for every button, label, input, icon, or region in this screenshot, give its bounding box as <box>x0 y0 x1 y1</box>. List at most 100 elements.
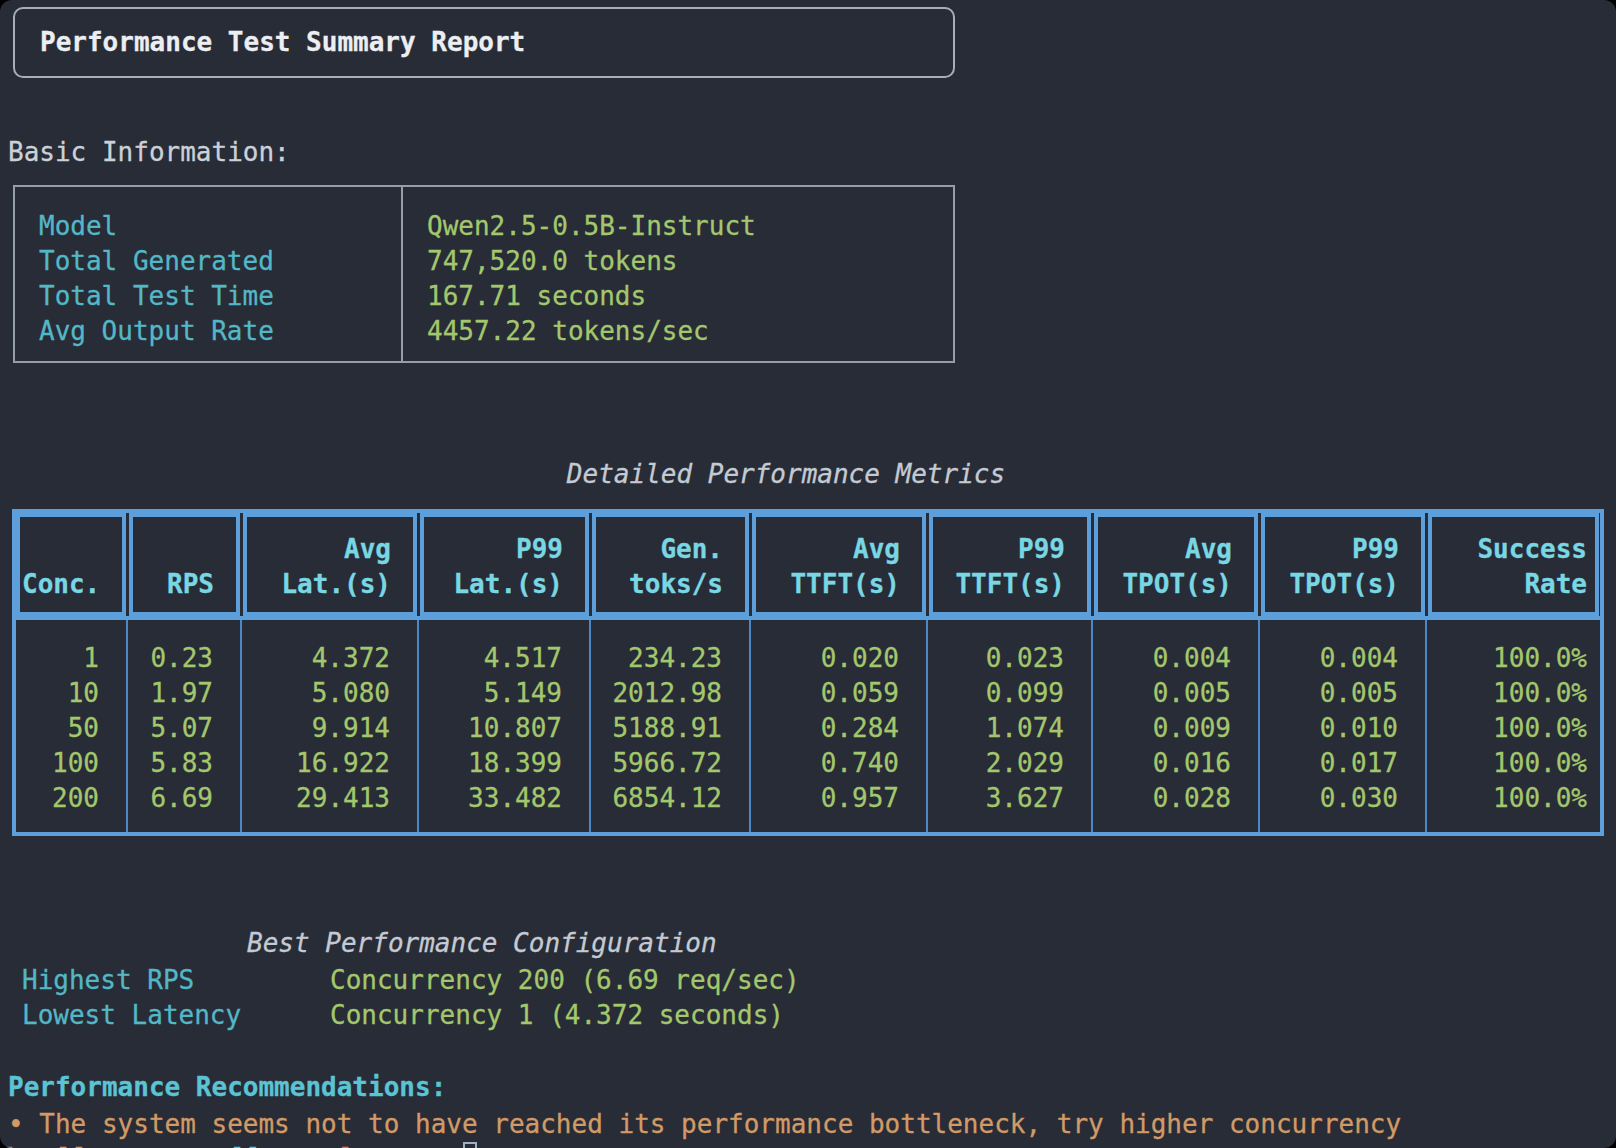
header-line: RPS <box>167 567 214 602</box>
header-line: TTFT(s) <box>790 567 900 602</box>
basic-info-value: Qwen2.5-0.5B-Instruct <box>427 209 756 244</box>
metrics-cell: 3.627 <box>927 781 1092 816</box>
metrics-cell: 100.0% <box>1426 781 1600 816</box>
metrics-cell: 0.23 <box>127 641 241 676</box>
metrics-cell: 0.010 <box>1259 711 1426 746</box>
metrics-cell: 0.009 <box>1092 711 1259 746</box>
metrics-table-row: 101.975.0805.1492012.980.0590.0990.0050.… <box>16 676 1600 711</box>
basic-info-row: Total Test Time167.71 seconds <box>15 279 953 314</box>
header-line: P99 <box>516 532 563 567</box>
metrics-cell: 0.005 <box>1259 676 1426 711</box>
header-line: P99 <box>1352 532 1399 567</box>
metrics-cell: 0.284 <box>750 711 927 746</box>
column-separator <box>589 620 591 832</box>
column-separator <box>1091 620 1093 832</box>
terminal-screen: Performance Test Summary Report Basic In… <box>0 0 1616 1148</box>
metrics-cell: 9.914 <box>241 711 418 746</box>
metrics-cell: 5.149 <box>418 676 590 711</box>
terminal-cursor <box>463 1142 477 1148</box>
header-line: Success <box>1477 532 1587 567</box>
metrics-cell: 200 <box>16 781 127 816</box>
metrics-table-row: 10.234.3724.517234.230.0200.0230.0040.00… <box>16 641 1600 676</box>
metrics-cell: 100.0% <box>1426 746 1600 781</box>
metrics-table-title: Detailed Performance Metrics <box>0 457 1572 492</box>
column-separator <box>417 620 419 832</box>
metrics-cell: 5.07 <box>127 711 241 746</box>
metrics-cell: 4.517 <box>418 641 590 676</box>
metrics-column-header: AvgTTFT(s) <box>752 513 926 616</box>
metrics-column-header: P99TTFT(s) <box>929 513 1091 616</box>
header-line: Lat.(s) <box>453 567 563 602</box>
metrics-cell: 234.23 <box>590 641 750 676</box>
metrics-column-header: AvgTPOT(s) <box>1094 513 1258 616</box>
recommendations-heading: Performance Recommendations: <box>8 1070 446 1105</box>
metrics-cell: 0.740 <box>750 746 927 781</box>
column-separator <box>240 620 242 832</box>
metrics-cell: 4.372 <box>241 641 418 676</box>
best-config-label: Highest RPS <box>22 963 194 998</box>
basic-info-label: Total Test Time <box>39 279 274 314</box>
metrics-cell: 0.020 <box>750 641 927 676</box>
header-line: TPOT(s) <box>1122 567 1232 602</box>
header-line: Avg <box>344 532 391 567</box>
metrics-cell: 33.482 <box>418 781 590 816</box>
metrics-cell: 10.807 <box>418 711 590 746</box>
header-line: toks/s <box>629 567 723 602</box>
metrics-cell: 6854.12 <box>590 781 750 816</box>
best-config-row: Lowest Latency Concurrency 1 (4.372 seco… <box>0 998 1616 1033</box>
metrics-cell: 0.099 <box>927 676 1092 711</box>
column-separator <box>1425 620 1427 832</box>
metrics-cell: 0.028 <box>1092 781 1259 816</box>
basic-info-heading: Basic Information: <box>8 135 290 170</box>
recommendation-item: • The system seems not to have reached i… <box>8 1107 1401 1142</box>
metrics-cell: 18.399 <box>418 746 590 781</box>
basic-info-value: 4457.22 tokens/sec <box>427 314 709 349</box>
metrics-column-header: Gen.toks/s <box>592 513 749 616</box>
metrics-cell: 50 <box>16 711 127 746</box>
metrics-cell: 100 <box>16 746 127 781</box>
metrics-cell: 0.017 <box>1259 746 1426 781</box>
metrics-cell: 6.69 <box>127 781 241 816</box>
metrics-cell: 2012.98 <box>590 676 750 711</box>
metrics-cell: 2.029 <box>927 746 1092 781</box>
basic-info-row: Total Generated 747,520.0 tokens <box>15 244 953 279</box>
metrics-column-header: RPS <box>129 513 240 616</box>
best-config-value: Concurrency 1 (4.372 seconds) <box>330 998 784 1033</box>
clipped-text-segment: ll <box>58 1141 89 1148</box>
metrics-cell: 0.059 <box>750 676 927 711</box>
basic-info-table: ModelQwen2.5-0.5B-InstructTotal Generate… <box>13 185 955 363</box>
header-line: Avg <box>853 532 900 567</box>
basic-info-label: Total Generated <box>39 244 274 279</box>
column-separator <box>1258 620 1260 832</box>
header-line: Lat.(s) <box>281 567 391 602</box>
metrics-column-header: AvgLat.(s) <box>243 513 417 616</box>
column-separator <box>926 620 928 832</box>
metrics-cell: 29.413 <box>241 781 418 816</box>
best-config-row: Highest RPS Concurrency 200 (6.69 req/se… <box>0 963 1616 998</box>
bullet-icon: • <box>8 1109 24 1139</box>
basic-info-label: Model <box>39 209 117 244</box>
metrics-cell: 1.97 <box>127 676 241 711</box>
metrics-column-header: P99TPOT(s) <box>1261 513 1425 616</box>
metrics-column-header: SuccessRate <box>1428 513 1599 616</box>
header-line: TTFT(s) <box>955 567 1065 602</box>
best-config-value: Concurrency 200 (6.69 req/sec) <box>330 963 800 998</box>
metrics-cell: 5.83 <box>127 746 241 781</box>
metrics-cell: 0.023 <box>927 641 1092 676</box>
basic-info-label: Avg Output Rate <box>39 314 274 349</box>
metrics-cell: 0.030 <box>1259 781 1426 816</box>
metrics-cell: 1.074 <box>927 711 1092 746</box>
metrics-cell: 5.080 <box>241 676 418 711</box>
metrics-cell: 0.005 <box>1092 676 1259 711</box>
metrics-cell: 100.0% <box>1426 676 1600 711</box>
metrics-cell: 100.0% <box>1426 641 1600 676</box>
column-separator <box>749 620 751 832</box>
header-line: Gen. <box>660 532 723 567</box>
metrics-table-row: 1005.8316.92218.3995966.720.7402.0290.01… <box>16 746 1600 781</box>
metrics-cell: 1 <box>16 641 127 676</box>
basic-info-row: Model Qwen2.5-0.5B-Instruct <box>15 209 953 244</box>
report-title-box: Performance Test Summary Report <box>13 7 955 78</box>
header-line: TPOT(s) <box>1289 567 1399 602</box>
basic-info-value: 747,520.0 tokens <box>427 244 677 279</box>
recommendation-text: The system seems not to have reached its… <box>39 1109 1401 1139</box>
